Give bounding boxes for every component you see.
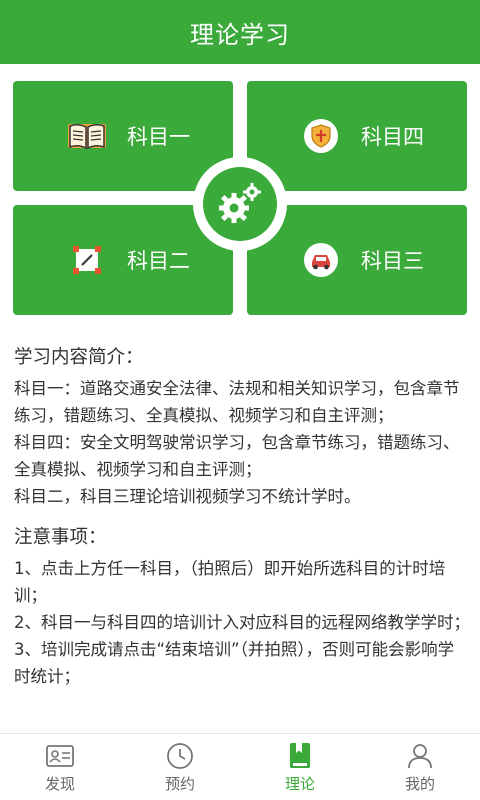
tab-label: 理论 xyxy=(284,774,315,793)
tab-discover[interactable]: 发现 xyxy=(0,734,120,800)
shield-icon xyxy=(301,116,341,156)
intro-line: 科目四：安全文明驾驶常识学习，包含章节练习，错题练习、全真模拟、视频学习和自主评… xyxy=(14,433,460,479)
subject-label-km4: 科目四 xyxy=(361,125,424,149)
tab-label: 发现 xyxy=(44,774,75,793)
center-hub xyxy=(193,157,287,251)
book-icon xyxy=(67,116,107,156)
car-icon xyxy=(301,240,341,280)
note-line: 1、点击上方任一科目，（拍照后）即开始所选科目的计时培训； xyxy=(14,559,446,605)
tab-theory[interactable]: 理论 xyxy=(240,734,360,800)
subject-tile-km4[interactable]: 科目四 xyxy=(247,81,467,191)
person-icon xyxy=(405,741,435,771)
book-bookmark-icon xyxy=(287,741,313,771)
subject-label-km1: 科目一 xyxy=(127,125,190,149)
intro-line: 科目二，科目三理论培训视频学习不统计学时。 xyxy=(14,487,361,506)
tab-label: 预约 xyxy=(164,774,195,793)
tab-mine[interactable]: 我的 xyxy=(360,734,480,800)
gears-icon xyxy=(203,167,277,241)
tab-label: 我的 xyxy=(404,774,435,793)
note-line: 3、培训完成请点击“结束培训”（并拍照），否则可能会影响学时统计； xyxy=(14,640,455,686)
note-line: 2、科目一与科目四的培训计入对应科目的远程网络教学学时； xyxy=(14,613,470,632)
id-card-icon xyxy=(45,741,75,771)
subject-grid: 科目一 科目四 科目二 科目三 xyxy=(0,64,480,326)
content-area: 学习内容简介： 科目一：道路交通安全法律、法规和相关知识学习，包含章节练习，错题… xyxy=(14,340,470,690)
app-header: 理论学习 xyxy=(0,0,480,64)
clock-icon xyxy=(165,741,195,771)
page-title: 理论学习 xyxy=(190,20,290,49)
notes-title: 注意事项： xyxy=(14,527,107,548)
subject-tile-km1[interactable]: 科目一 xyxy=(13,81,233,191)
subject-label-km3: 科目三 xyxy=(361,249,424,273)
bottom-tab-bar: 发现 预约 理论 我的 xyxy=(0,733,480,800)
subject-label-km2: 科目二 xyxy=(127,249,190,273)
intro-line: 科目一：道路交通安全法律、法规和相关知识学习，包含章节练习，错题练习、全真模拟、… xyxy=(14,379,460,425)
tab-booking[interactable]: 预约 xyxy=(120,734,240,800)
target-frame-icon xyxy=(67,240,107,280)
intro-title: 学习内容简介： xyxy=(14,347,144,368)
